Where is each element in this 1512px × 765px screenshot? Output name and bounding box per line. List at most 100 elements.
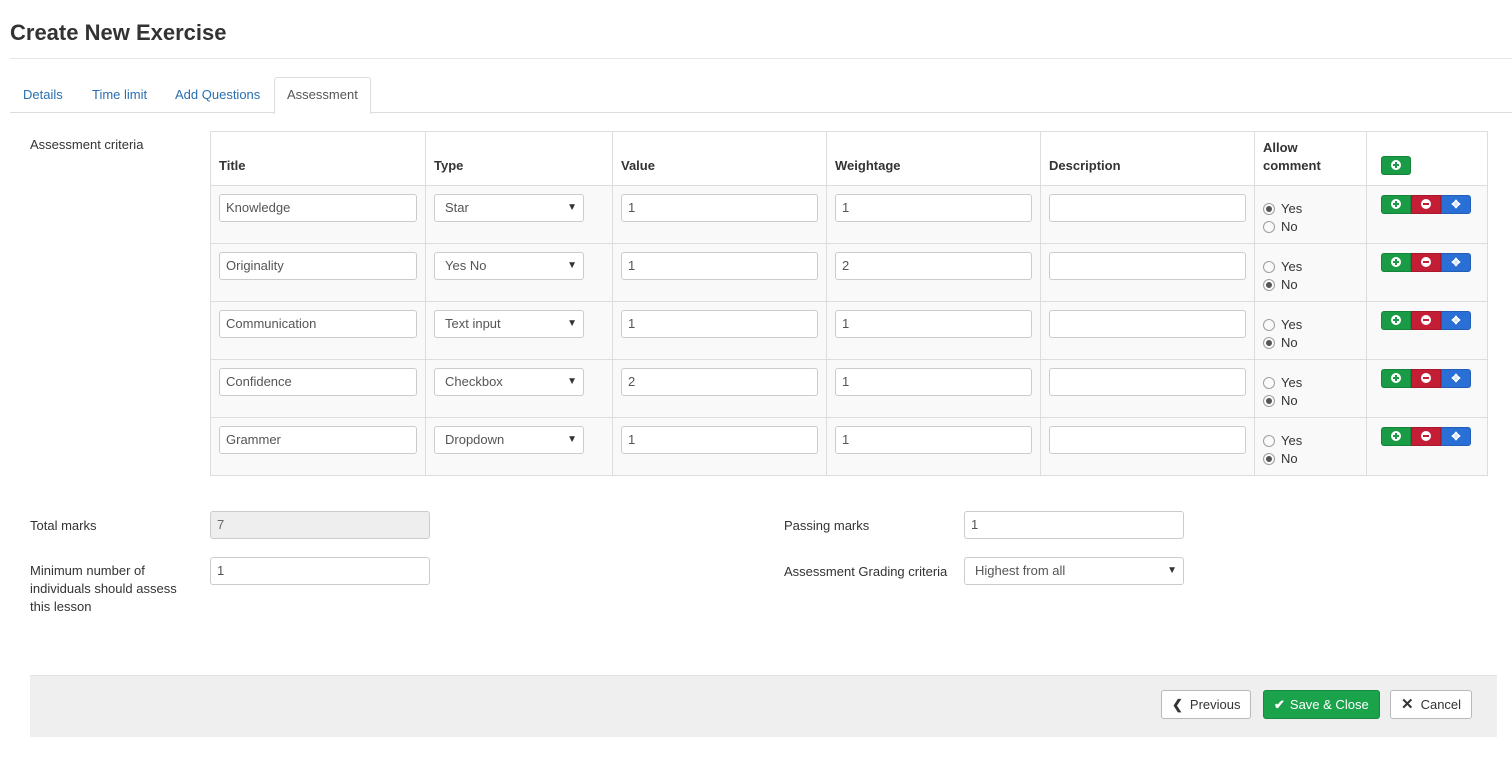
caret-down-icon: ▼ (567, 260, 577, 271)
allow-comment-yes-radio[interactable] (1263, 261, 1275, 273)
tab-details[interactable]: Details (10, 77, 76, 113)
criteria-title-input[interactable]: Communication (219, 310, 417, 338)
add-row-button[interactable] (1381, 253, 1411, 272)
add-row-button[interactable] (1381, 311, 1411, 330)
criteria-value-input[interactable]: 1 (621, 194, 818, 222)
allow-comment-no-radio[interactable] (1263, 395, 1275, 407)
row-actions: ✥ (1381, 253, 1471, 272)
criteria-description-input[interactable] (1049, 426, 1246, 454)
tab-assessment[interactable]: Assessment (274, 77, 371, 114)
previous-button[interactable]: ❮ Previous (1161, 690, 1252, 719)
criteria-weightage-input[interactable]: 2 (835, 252, 1032, 280)
allow-comment-yes-label: Yes (1281, 375, 1303, 390)
close-icon: ✕ (1401, 696, 1414, 713)
cancel-label: Cancel (1420, 697, 1462, 712)
allow-comment-no-label: No (1281, 451, 1298, 466)
criteria-weightage-input[interactable]: 1 (835, 194, 1032, 222)
allow-comment-yes-radio[interactable] (1263, 435, 1275, 447)
allow-comment-no-radio[interactable] (1263, 221, 1275, 233)
cell-allow-comment: Yes No (1254, 301, 1367, 360)
criteria-title-input[interactable]: Originality (219, 252, 417, 280)
allow-comment-yes-option: Yes (1263, 374, 1358, 392)
cell-title: Confidence (210, 359, 426, 418)
allow-comment-no-option: No (1263, 276, 1358, 294)
col-description: Description (1040, 131, 1255, 186)
remove-row-button[interactable] (1411, 253, 1441, 272)
save-close-button[interactable]: ✔ Save & Close (1263, 690, 1380, 719)
criteria-description-input[interactable] (1049, 368, 1246, 396)
criteria-title-input[interactable]: Confidence (219, 368, 417, 396)
min-individuals-field[interactable]: 1 (210, 557, 430, 585)
criteria-title-input[interactable]: Knowledge (219, 194, 417, 222)
caret-down-icon: ▼ (1167, 565, 1177, 576)
move-row-handle[interactable]: ✥ (1441, 253, 1471, 272)
cell-title: Grammer (210, 417, 426, 476)
grading-criteria-select[interactable]: Highest from all ▼ (964, 557, 1184, 585)
add-row-button[interactable] (1381, 369, 1411, 388)
minus-circle-icon (1421, 199, 1431, 209)
criteria-value-input[interactable]: 1 (621, 252, 818, 280)
allow-comment-yes-radio[interactable] (1263, 377, 1275, 389)
plus-circle-icon (1391, 315, 1401, 325)
allow-comment-no-option: No (1263, 218, 1358, 236)
criteria-weightage-input[interactable]: 1 (835, 426, 1032, 454)
criteria-type-select[interactable]: Checkbox ▼ (434, 368, 584, 396)
remove-row-button[interactable] (1411, 311, 1441, 330)
allow-comment-no-radio[interactable] (1263, 337, 1275, 349)
check-icon: ✔ (1274, 697, 1285, 712)
remove-row-button[interactable] (1411, 369, 1441, 388)
criteria-type-value: Yes No (445, 258, 487, 273)
move-row-handle[interactable]: ✥ (1441, 427, 1471, 446)
criteria-type-select[interactable]: Star ▼ (434, 194, 584, 222)
tab-bar: Details Time limit Add Questions Assessm… (10, 77, 1512, 114)
criteria-value-input[interactable]: 1 (621, 426, 818, 454)
move-row-handle[interactable]: ✥ (1441, 195, 1471, 214)
criteria-description-input[interactable] (1049, 252, 1246, 280)
criteria-type-select[interactable]: Dropdown ▼ (434, 426, 584, 454)
passing-marks-field[interactable]: 1 (964, 511, 1184, 539)
cell-type: Dropdown ▼ (425, 417, 613, 476)
allow-comment-yes-radio[interactable] (1263, 319, 1275, 331)
tab-add-questions[interactable]: Add Questions (162, 77, 273, 113)
row-actions: ✥ (1381, 311, 1471, 330)
criteria-type-select[interactable]: Yes No ▼ (434, 252, 584, 280)
criteria-weightage-input[interactable]: 1 (835, 310, 1032, 338)
criteria-weightage-input[interactable]: 1 (835, 368, 1032, 396)
remove-row-button[interactable] (1411, 195, 1441, 214)
criteria-value-input[interactable]: 2 (621, 368, 818, 396)
allow-comment-no-option: No (1263, 450, 1358, 468)
allow-comment-no-radio[interactable] (1263, 453, 1275, 465)
cancel-button[interactable]: ✕ Cancel (1390, 690, 1473, 719)
grading-criteria-value: Highest from all (975, 563, 1066, 578)
allow-comment-yes-option: Yes (1263, 258, 1358, 276)
criteria-description-input[interactable] (1049, 310, 1246, 338)
cell-value: 1 (612, 301, 827, 360)
cell-actions: ✥ (1366, 243, 1488, 302)
allow-comment-yes-option: Yes (1263, 316, 1358, 334)
allow-comment-yes-radio[interactable] (1263, 203, 1275, 215)
move-icon: ✥ (1451, 199, 1461, 211)
allow-comment-no-label: No (1281, 393, 1298, 408)
allow-comment-no-radio[interactable] (1263, 279, 1275, 291)
cell-description (1040, 243, 1255, 302)
move-icon: ✥ (1451, 257, 1461, 269)
cell-description (1040, 359, 1255, 418)
remove-row-button[interactable] (1411, 427, 1441, 446)
add-row-button[interactable] (1381, 427, 1411, 446)
save-close-label: Save & Close (1289, 697, 1369, 712)
cell-actions: ✥ (1366, 359, 1488, 418)
allow-comment-yes-label: Yes (1281, 317, 1303, 332)
cell-actions: ✥ (1366, 417, 1488, 476)
criteria-type-select[interactable]: Text input ▼ (434, 310, 584, 338)
criteria-description-input[interactable] (1049, 194, 1246, 222)
add-row-button[interactable] (1381, 195, 1411, 214)
criteria-value-input[interactable]: 1 (621, 310, 818, 338)
form-actions-bar: ❮ Previous ✔ Save & Close ✕ Cancel (30, 675, 1497, 737)
move-row-handle[interactable]: ✥ (1441, 369, 1471, 388)
cell-value: 2 (612, 359, 827, 418)
move-row-handle[interactable]: ✥ (1441, 311, 1471, 330)
row-actions: ✥ (1381, 195, 1471, 214)
tab-time-limit[interactable]: Time limit (79, 77, 160, 113)
add-criteria-button[interactable] (1381, 156, 1411, 175)
criteria-title-input[interactable]: Grammer (219, 426, 417, 454)
